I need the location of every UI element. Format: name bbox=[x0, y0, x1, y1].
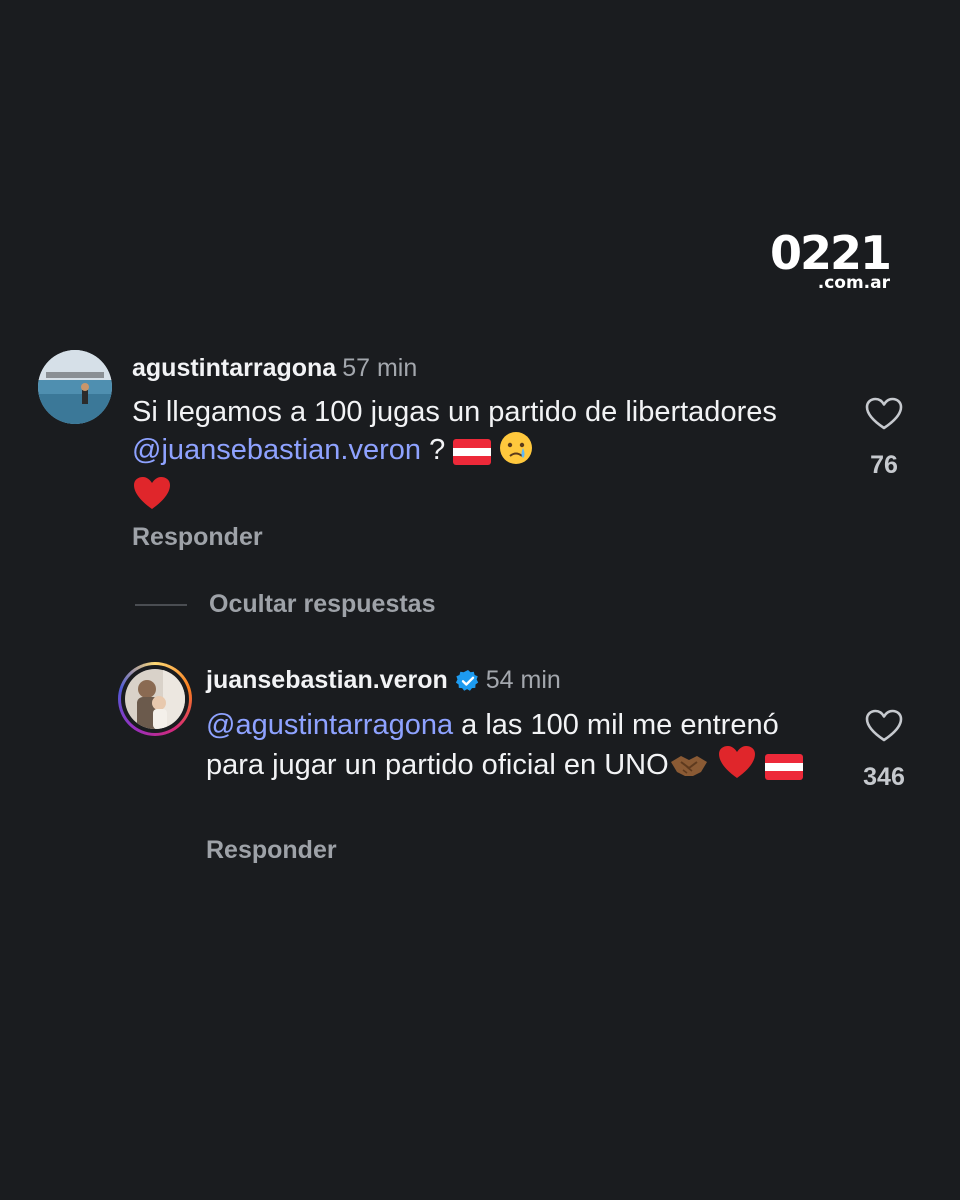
hide-replies-label: Ocultar respuestas bbox=[209, 590, 436, 618]
avatar-pool-image bbox=[38, 350, 112, 424]
austria-flag-emoji bbox=[764, 752, 803, 790]
timestamp: 57 min bbox=[342, 354, 418, 382]
like-control: 76 bbox=[856, 396, 912, 480]
username[interactable]: juansebastian.veron bbox=[206, 666, 448, 695]
logo-text: 0221 bbox=[769, 226, 892, 280]
comment-text: Si llegamos a 100 jugas un partido de li… bbox=[132, 393, 812, 521]
comment-text: @agustintarragona a las 100 mil me entre… bbox=[206, 706, 806, 790]
heart-outline-icon[interactable] bbox=[864, 708, 904, 744]
brand-logo: 0221 .com.ar bbox=[769, 226, 892, 292]
reply-button[interactable]: Responder bbox=[132, 523, 263, 552]
username[interactable]: agustintarragona bbox=[132, 354, 336, 382]
comment-text-body: Si llegamos a 100 jugas un partido de li… bbox=[132, 396, 777, 428]
red-heart-emoji bbox=[132, 475, 172, 521]
mention-link[interactable]: @juansebastian.veron bbox=[132, 434, 421, 466]
divider-line bbox=[135, 603, 187, 606]
austria-flag-emoji bbox=[453, 437, 492, 475]
red-heart-emoji bbox=[717, 744, 757, 790]
verified-badge-icon bbox=[455, 669, 480, 693]
hide-replies-button[interactable]: Ocultar respuestas bbox=[135, 590, 436, 619]
like-count: 76 bbox=[870, 451, 898, 479]
avatar-image bbox=[125, 669, 185, 729]
like-control: 346 bbox=[856, 708, 912, 792]
like-count: 346 bbox=[863, 763, 905, 791]
comment-text-tail: ? bbox=[421, 434, 454, 466]
timestamp: 54 min bbox=[485, 666, 561, 694]
handshake-emoji bbox=[669, 750, 709, 790]
heart-outline-icon[interactable] bbox=[864, 396, 904, 432]
avatar[interactable] bbox=[38, 350, 112, 424]
reply-button[interactable]: Responder bbox=[206, 836, 337, 865]
crying-face-emoji bbox=[499, 431, 533, 475]
avatar-story-ring[interactable] bbox=[118, 662, 192, 736]
mention-link[interactable]: @agustintarragona bbox=[206, 709, 453, 741]
